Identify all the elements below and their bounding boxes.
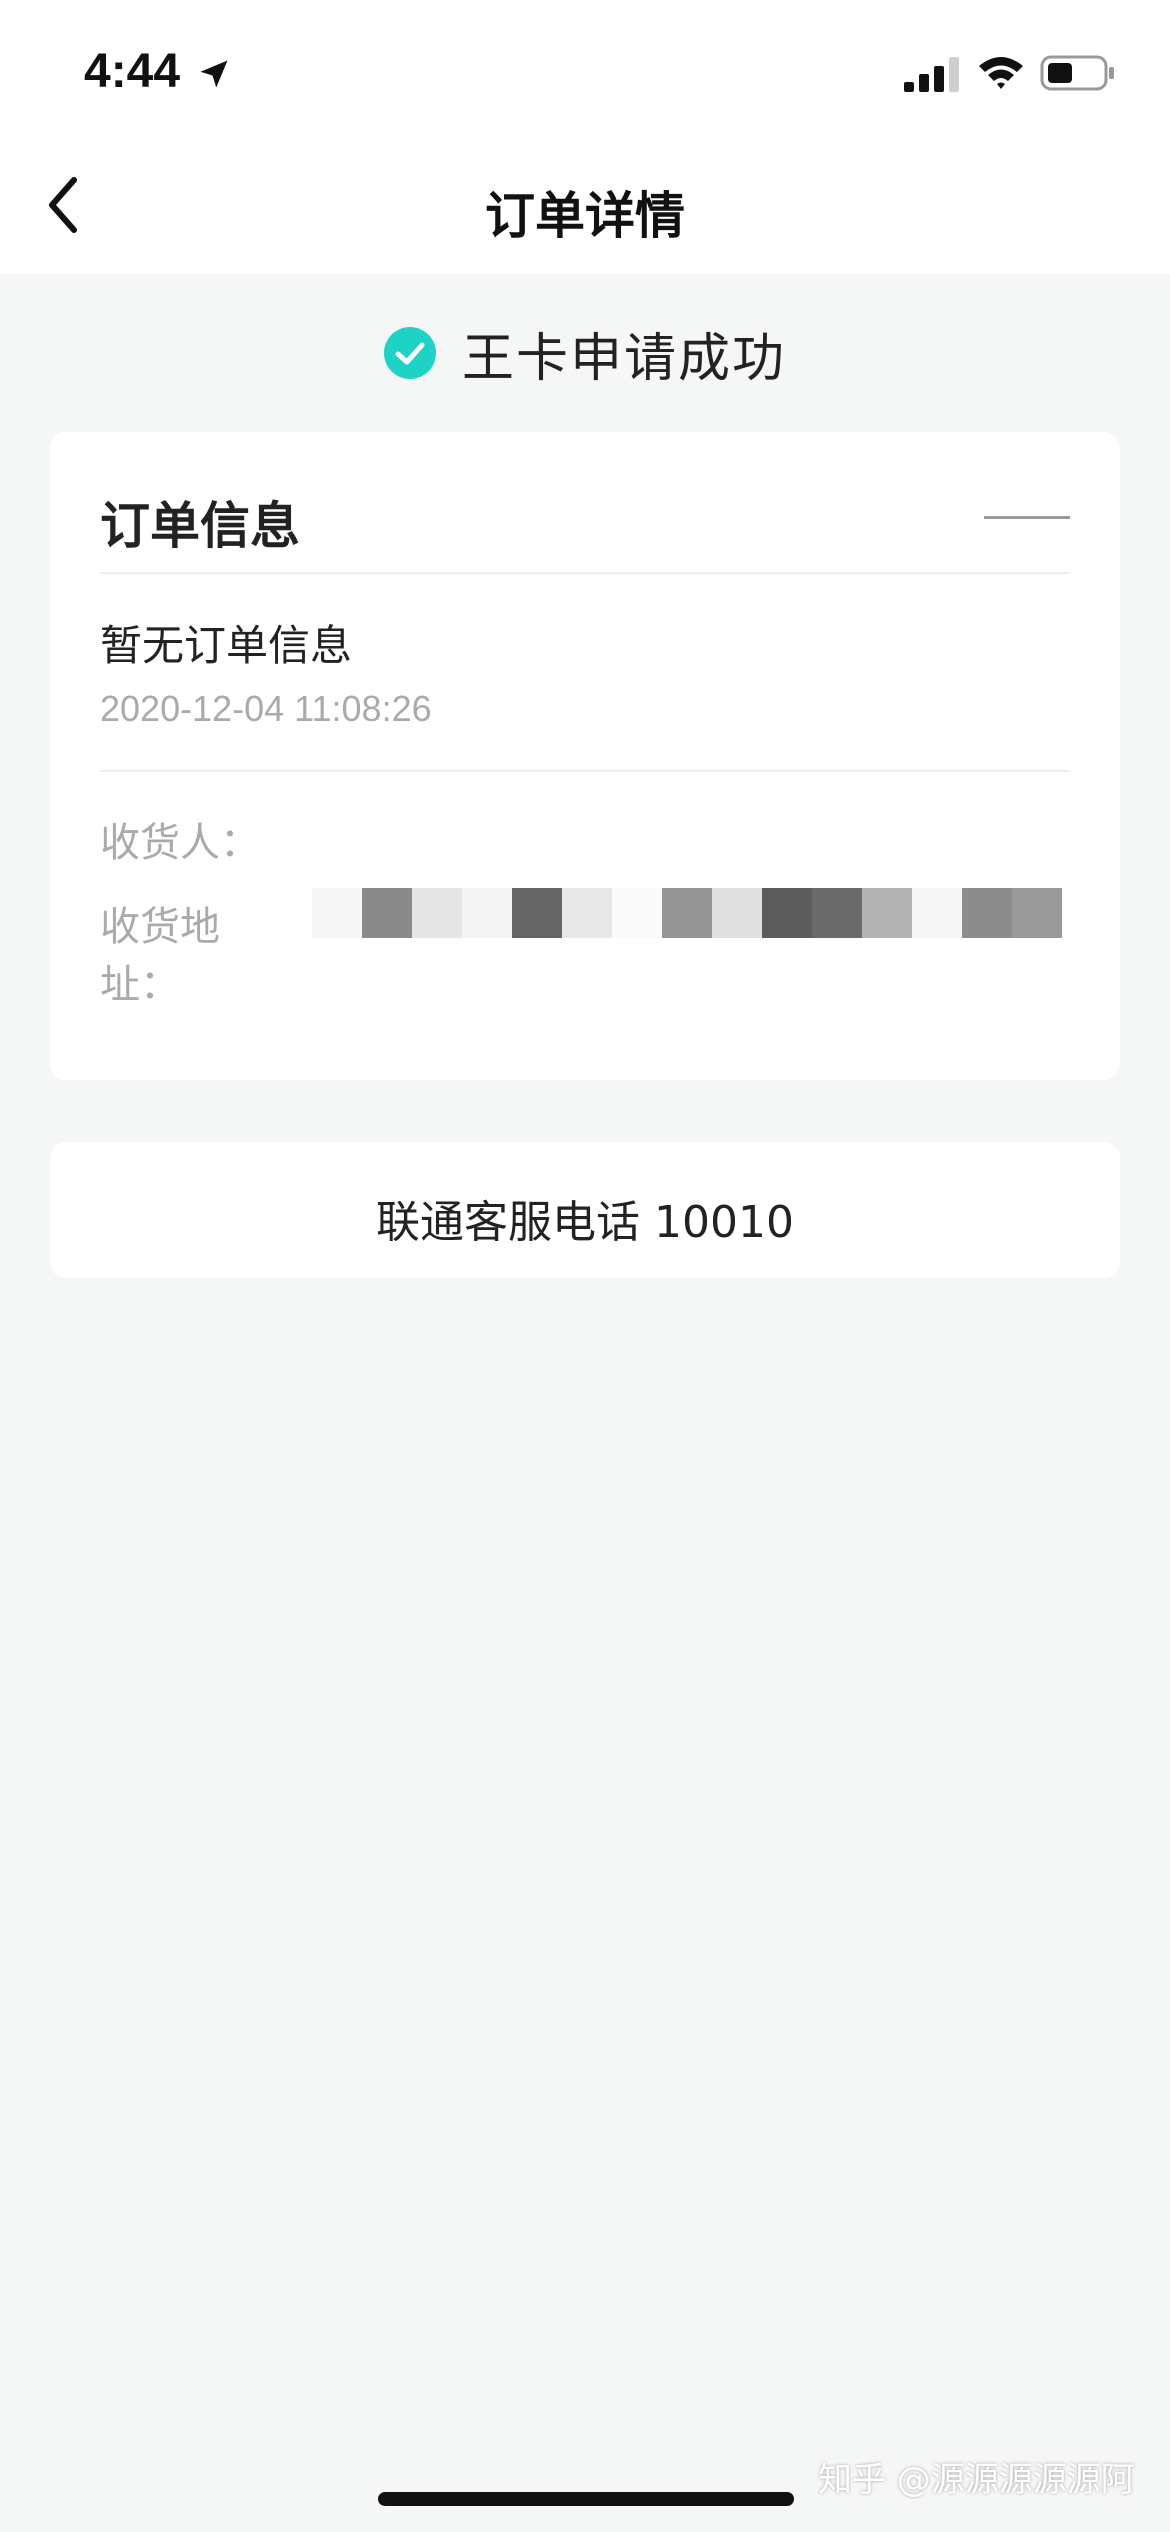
- customer-service-phone[interactable]: 联通客服电话 10010: [50, 1186, 1120, 1250]
- order-info-card: 订单信息 暂无订单信息 2020-12-04 11:08:26 收货人： 收货地…: [50, 432, 1120, 1080]
- order-status-text: 暂无订单信息: [100, 621, 353, 670]
- check-circle-icon: [383, 327, 436, 379]
- divider: [100, 572, 1070, 574]
- divider: [100, 770, 1070, 772]
- redacted-address: [312, 888, 1062, 938]
- application-result: 王卡申请成功: [0, 318, 1170, 389]
- watermark: 知乎 @源源源源源阿: [818, 2460, 1135, 2500]
- location-arrow-icon: [200, 60, 228, 88]
- navigation-bar: 订单详情: [0, 140, 1170, 274]
- status-time: 4:44: [84, 45, 181, 98]
- wifi-icon: [979, 57, 1023, 89]
- customer-service-card[interactable]: 联通客服电话 10010: [50, 1142, 1120, 1278]
- home-indicator[interactable]: [378, 2492, 794, 2506]
- page-title: 订单详情: [485, 187, 685, 245]
- status-bar: 4:44: [0, 0, 1170, 140]
- cellular-signal-icon: [904, 57, 959, 92]
- order-info-title: 订单信息: [100, 497, 300, 555]
- battery-icon: [1040, 55, 1114, 91]
- receiver-label: 收货人：: [100, 820, 260, 866]
- collapse-dash-icon[interactable]: [984, 516, 1070, 519]
- success-text: 王卡申请成功: [461, 328, 786, 389]
- address-label: 收货地址：: [100, 904, 220, 1008]
- order-timestamp: 2020-12-04 11:08:26: [100, 688, 432, 729]
